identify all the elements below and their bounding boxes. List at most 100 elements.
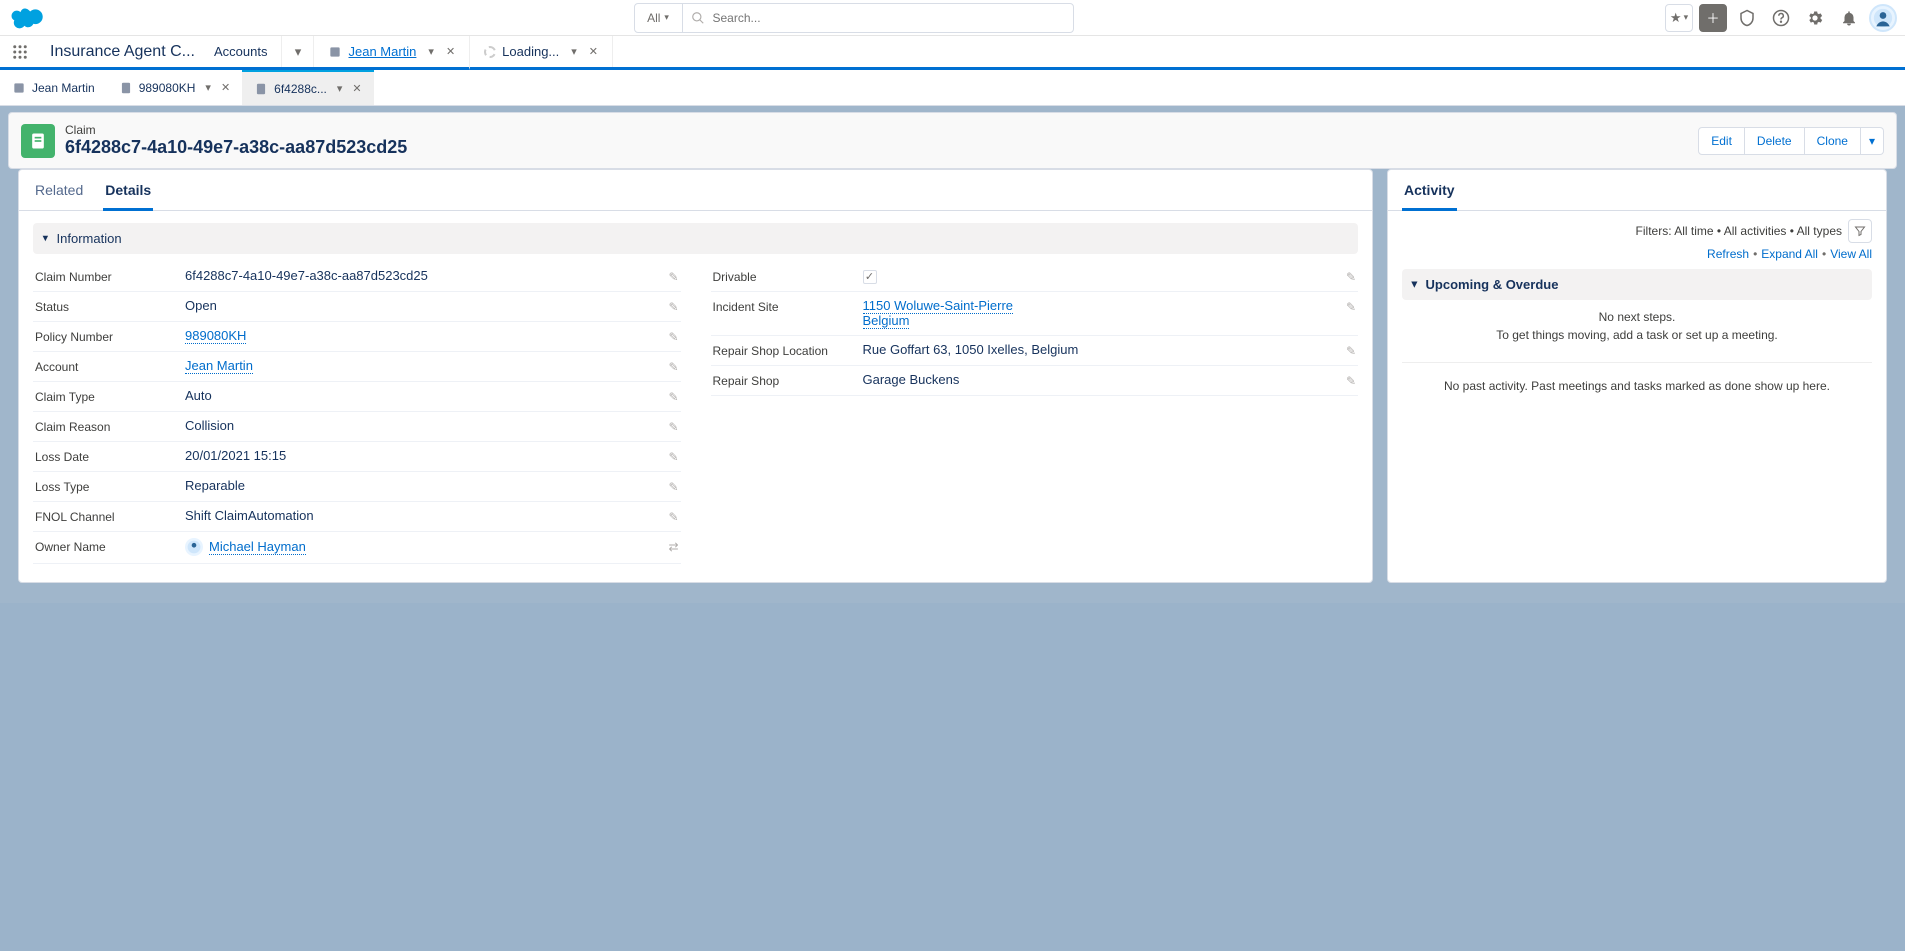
account-link[interactable]: Jean Martin <box>185 358 253 374</box>
subtab-policy-label: 989080KH <box>139 81 196 95</box>
refresh-link[interactable]: Refresh <box>1707 247 1749 261</box>
global-actions-button[interactable]: ＋ <box>1699 4 1727 32</box>
record-area: Claim 6f4288c7-4a10-49e7-a38c-aa87d523cd… <box>0 106 1905 603</box>
subtab-jean-martin-label: Jean Martin <box>32 81 95 95</box>
nav-tab-accounts-menu[interactable]: ▾ <box>282 36 314 67</box>
object-icon <box>21 124 55 158</box>
spinner-icon <box>484 46 496 58</box>
filter-icon[interactable] <box>1848 219 1872 243</box>
guidance-center-icon[interactable] <box>1733 4 1761 32</box>
field-repair-shop: Repair Shop Garage Buckens <box>711 366 1359 396</box>
tab-related[interactable]: Related <box>33 170 85 210</box>
no-next-steps-sub: To get things moving, add a task or set … <box>1416 328 1858 342</box>
delete-button[interactable]: Delete <box>1745 127 1804 155</box>
edit-field-icon[interactable] <box>668 390 678 404</box>
setup-gear-icon[interactable] <box>1801 4 1829 32</box>
fields-right: Drivable ✓ Incident Site 1150 Woluwe-Sai… <box>711 262 1359 564</box>
field-fnol-channel: FNOL Channel Shift ClaimAutomation <box>33 502 681 532</box>
edit-field-icon[interactable] <box>668 510 678 524</box>
edit-field-icon[interactable] <box>1346 374 1356 388</box>
chevron-down-icon: ▸ <box>39 236 52 242</box>
user-avatar[interactable] <box>1869 4 1897 32</box>
edit-field-icon[interactable] <box>668 450 678 464</box>
expand-all-link[interactable]: Expand All <box>1761 247 1818 261</box>
section-information-header[interactable]: ▸ Information <box>33 223 1358 254</box>
nav-tab-loading-label: Loading... <box>502 44 559 59</box>
close-icon[interactable]: ✕ <box>221 81 230 94</box>
chevron-down-icon: ▸ <box>1408 282 1421 288</box>
edit-field-icon[interactable] <box>668 360 678 374</box>
close-icon[interactable]: ✕ <box>352 82 361 95</box>
record-title: 6f4288c7-4a10-49e7-a38c-aa87d523cd25 <box>65 137 407 158</box>
field-claim-number: Claim Number 6f4288c7-4a10-49e7-a38c-aa8… <box>33 262 681 292</box>
edit-field-icon[interactable] <box>668 270 678 284</box>
salesforce-logo-icon <box>8 5 48 31</box>
field-loss-date: Loss Date 20/01/2021 15:15 <box>33 442 681 472</box>
edit-field-icon[interactable] <box>668 330 678 344</box>
nav-tab-jean-martin-label: Jean Martin <box>348 44 416 59</box>
close-icon[interactable]: ✕ <box>446 45 455 58</box>
subtab-policy[interactable]: 989080KH ▾ ✕ <box>107 70 242 105</box>
nav-tab-loading[interactable]: Loading... ▾ ✕ <box>470 36 613 67</box>
record-header: Claim 6f4288c7-4a10-49e7-a38c-aa87d523cd… <box>8 112 1897 169</box>
notifications-bell-icon[interactable] <box>1835 4 1863 32</box>
nav-bar: Insurance Agent C... Accounts ▾ Jean Mar… <box>0 36 1905 70</box>
chevron-down-icon[interactable]: ▾ <box>205 81 211 94</box>
account-icon <box>328 45 342 59</box>
upcoming-overdue-section: ▸ Upcoming & Overdue No next steps. To g… <box>1402 269 1872 352</box>
help-icon[interactable] <box>1767 4 1795 32</box>
search-icon <box>691 11 705 25</box>
favorites-button[interactable]: ★▾ <box>1665 4 1693 32</box>
search-scope-label: All <box>647 11 660 25</box>
app-launcher-icon[interactable] <box>0 36 40 67</box>
incident-site-line1-link[interactable]: 1150 Woluwe-Saint-Pierre <box>863 298 1014 314</box>
incident-site-line2-link[interactable]: Belgium <box>863 313 910 329</box>
subtab-bar: Jean Martin 989080KH ▾ ✕ 6f4288c... ▾ ✕ <box>0 70 1905 106</box>
divider <box>1402 362 1872 363</box>
subtab-jean-martin[interactable]: Jean Martin <box>0 70 107 105</box>
activity-filters: Filters: All time • All activities • All… <box>1388 211 1886 247</box>
field-drivable: Drivable ✓ <box>711 262 1359 292</box>
user-avatar-icon <box>185 538 203 556</box>
view-all-link[interactable]: View All <box>1830 247 1872 261</box>
activity-card: Activity Filters: All time • All activit… <box>1387 169 1887 583</box>
edit-field-icon[interactable] <box>1346 270 1356 284</box>
edit-field-icon[interactable] <box>1346 300 1356 314</box>
edit-field-icon[interactable] <box>668 300 678 314</box>
edit-field-icon[interactable] <box>1346 344 1356 358</box>
field-loss-type: Loss Type Reparable <box>33 472 681 502</box>
details-card: Related Details ▸ Information Claim Numb… <box>18 169 1373 583</box>
change-owner-icon[interactable]: ⇄ <box>668 540 678 554</box>
global-search-input[interactable] <box>713 11 1065 25</box>
activity-filter-text: Filters: All time • All activities • All… <box>1636 224 1842 238</box>
no-next-steps: No next steps. <box>1416 310 1858 324</box>
clone-button[interactable]: Clone <box>1804 127 1861 155</box>
upcoming-header[interactable]: ▸ Upcoming & Overdue <box>1402 269 1872 300</box>
app-name: Insurance Agent C... <box>40 36 200 67</box>
field-incident-site: Incident Site 1150 Woluwe-Saint-Pierre B… <box>711 292 1359 336</box>
global-search: All ▾ <box>634 3 1074 33</box>
nav-tab-accounts[interactable]: Accounts <box>200 36 282 67</box>
upcoming-title: Upcoming & Overdue <box>1426 277 1559 292</box>
close-icon[interactable]: ✕ <box>589 45 598 58</box>
section-information: ▸ Information Claim Number 6f4288c7-4a10… <box>33 223 1358 564</box>
more-actions-button[interactable]: ▾ <box>1861 127 1884 155</box>
policy-number-link[interactable]: 989080KH <box>185 328 246 344</box>
edit-field-icon[interactable] <box>668 420 678 434</box>
activity-links: Refresh• Expand All• View All <box>1388 247 1886 269</box>
chevron-down-icon[interactable]: ▾ <box>337 82 343 95</box>
global-header: All ▾ ★▾ ＋ <box>0 0 1905 36</box>
record-actions: Edit Delete Clone ▾ <box>1698 127 1884 155</box>
chevron-down-icon[interactable]: ▾ <box>571 45 577 58</box>
search-scope[interactable]: All ▾ <box>635 4 683 32</box>
edit-button[interactable]: Edit <box>1698 127 1745 155</box>
nav-tab-accounts-label: Accounts <box>214 44 267 59</box>
tab-details[interactable]: Details <box>103 170 153 211</box>
edit-field-icon[interactable] <box>668 480 678 494</box>
chevron-down-icon[interactable]: ▾ <box>428 45 434 58</box>
subtab-claim-label: 6f4288c... <box>274 82 327 96</box>
nav-tab-jean-martin[interactable]: Jean Martin ▾ ✕ <box>314 36 470 70</box>
subtab-claim[interactable]: 6f4288c... ▾ ✕ <box>242 70 373 105</box>
tab-activity[interactable]: Activity <box>1402 170 1457 211</box>
owner-link[interactable]: Michael Hayman <box>209 539 306 555</box>
